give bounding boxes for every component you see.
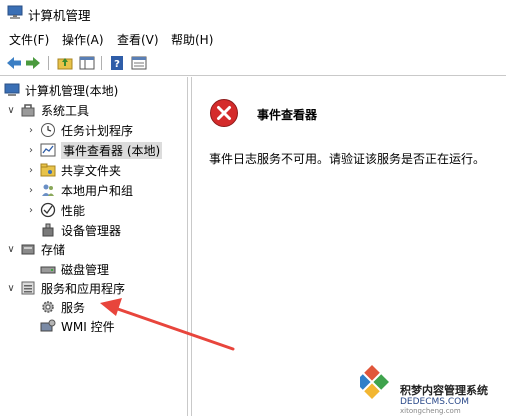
error-icon: [210, 99, 238, 127]
chevron-right-icon[interactable]: ›: [26, 185, 36, 196]
tree-item-label: 性能: [61, 203, 86, 218]
menu-help[interactable]: 帮助(H): [171, 31, 213, 48]
computer-management-icon: [4, 82, 20, 98]
menu-file[interactable]: 文件(F): [9, 31, 49, 48]
error-message: 事件日志服务不可用。请验证该服务是否正在运行。: [209, 152, 486, 166]
tree-item-services-apps[interactable]: ∨ 服务和应用程序: [6, 279, 125, 297]
tree-item-label: 共享文件夹: [61, 163, 122, 178]
tree-item-event-viewer[interactable]: › 事件查看器 (本地): [26, 141, 163, 159]
forward-arrow-icon[interactable]: [24, 54, 42, 72]
window-title: 计算机管理: [28, 8, 91, 23]
tree-item-label: WMI 控件: [61, 319, 115, 334]
computer-management-icon: [7, 5, 23, 19]
tree-item-label: 服务: [61, 300, 86, 315]
show-hide-tree-icon[interactable]: [78, 54, 96, 72]
chevron-right-icon[interactable]: ›: [26, 165, 36, 176]
event-viewer-icon: [40, 142, 56, 158]
svg-text:?: ?: [114, 59, 120, 70]
properties-icon[interactable]: [130, 54, 148, 72]
tree-item-label: 设备管理器: [61, 223, 122, 238]
tree-item-label: 磁盘管理: [61, 262, 110, 277]
title-bar: 计算机管理: [0, 0, 506, 26]
toolbar-separator: [48, 56, 49, 70]
disk-icon: [40, 261, 56, 277]
back-arrow-icon[interactable]: [5, 54, 23, 72]
menu-action[interactable]: 操作(A): [62, 31, 104, 48]
shared-folder-icon: [40, 162, 56, 178]
tree-item-label: 计算机管理(本地): [25, 83, 119, 98]
performance-icon: [40, 202, 56, 218]
tree-item-label: 存储: [41, 242, 66, 257]
gear-icon: [40, 299, 56, 315]
navigation-tree: 计算机管理(本地) ∨ 系统工具 › 任务计划程序 › 事件查看器 (本地) ›…: [0, 77, 188, 416]
wmi-icon: [40, 318, 56, 334]
chevron-down-icon[interactable]: ∨: [6, 244, 16, 255]
watermark-site: DEDECMS.COM: [400, 397, 469, 407]
toolbar-separator: [101, 56, 102, 70]
detail-title: 事件查看器: [257, 108, 318, 122]
help-icon[interactable]: ?: [108, 54, 126, 72]
tree-item-root[interactable]: 计算机管理(本地): [4, 81, 118, 99]
tree-item-wmi[interactable]: WMI 控件: [40, 317, 115, 335]
services-apps-icon: [20, 280, 36, 296]
tree-item-label: 服务和应用程序: [41, 281, 126, 296]
menu-view[interactable]: 查看(V): [117, 31, 159, 48]
toolbar: ?: [0, 50, 506, 76]
tree-item-task-scheduler[interactable]: › 任务计划程序: [26, 121, 133, 139]
chevron-right-icon[interactable]: ›: [26, 205, 36, 216]
users-icon: [40, 182, 56, 198]
chevron-right-icon[interactable]: ›: [26, 125, 36, 136]
up-folder-icon[interactable]: [56, 54, 74, 72]
tree-item-label: 系统工具: [41, 103, 90, 118]
watermark-text: 积梦内容管理系统: [400, 384, 488, 397]
tree-item-label: 事件查看器 (本地): [61, 141, 163, 159]
watermark-url: xitongcheng.com: [400, 407, 461, 415]
tree-item-label: 任务计划程序: [61, 123, 134, 138]
tree-item-disk-management[interactable]: 磁盘管理: [40, 260, 109, 278]
tree-item-system-tools[interactable]: ∨ 系统工具: [6, 101, 89, 119]
chevron-down-icon[interactable]: ∨: [6, 283, 16, 294]
tree-item-local-users[interactable]: › 本地用户和组: [26, 181, 133, 199]
storage-icon: [20, 241, 36, 257]
menu-bar: 文件(F) 操作(A) 查看(V) 帮助(H): [0, 28, 506, 48]
tree-item-shared-folders[interactable]: › 共享文件夹: [26, 161, 121, 179]
tree-item-label: 本地用户和组: [61, 183, 134, 198]
chevron-down-icon[interactable]: ∨: [6, 105, 16, 116]
tools-icon: [20, 102, 36, 118]
tree-item-storage[interactable]: ∨ 存储: [6, 240, 65, 258]
chevron-right-icon[interactable]: ›: [26, 145, 36, 156]
device-manager-icon: [40, 222, 56, 238]
clock-icon: [40, 122, 56, 138]
tree-item-device-manager[interactable]: 设备管理器: [40, 221, 121, 239]
tree-item-services[interactable]: 服务: [40, 298, 85, 316]
tree-item-performance[interactable]: › 性能: [26, 201, 85, 219]
